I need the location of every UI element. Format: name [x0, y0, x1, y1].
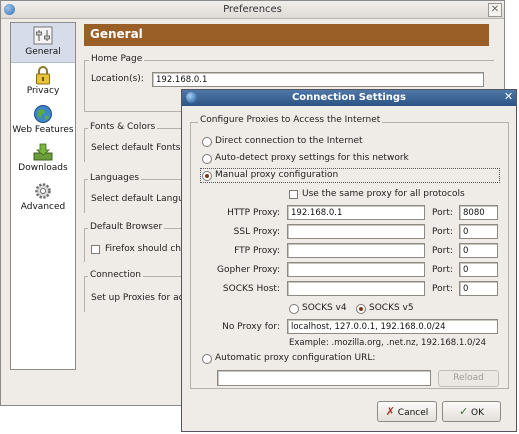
- socks-host-label: SOCKS Host:: [222, 284, 280, 294]
- ftp-proxy-input[interactable]: [287, 243, 425, 258]
- sidebar-item-general[interactable]: General: [11, 23, 75, 63]
- close-icon[interactable]: ✕: [488, 3, 502, 17]
- preferences-title: Preferences: [223, 4, 282, 15]
- fonts-colors-group-label: Fonts & Colors: [88, 122, 158, 132]
- sidebar-item-web-features[interactable]: Web Features: [11, 104, 75, 135]
- sidebar-item-label: General: [25, 47, 61, 57]
- socks-host-input[interactable]: [287, 281, 425, 296]
- padlock-icon: [36, 66, 50, 85]
- sidebar-item-label: Downloads: [18, 163, 68, 173]
- connection-text: Set up Proxies for ac: [91, 293, 184, 303]
- ssl-port-label: Port:: [432, 227, 453, 237]
- ok-button-label: OK: [471, 408, 485, 418]
- manual-proxy-label: Manual proxy configuration: [215, 170, 339, 180]
- http-proxy-input[interactable]: 192.168.0.1: [287, 205, 425, 220]
- no-proxy-input[interactable]: localhost, 127.0.0.1, 192.168.0.0/24: [287, 319, 498, 334]
- connection-settings-dialog: Connection Settings ✕ Configure Proxies …: [181, 89, 517, 432]
- socks-port-input[interactable]: 0: [459, 281, 498, 296]
- socks-port-label: Port:: [432, 284, 453, 294]
- configure-proxies-group-label: Configure Proxies to Access the Internet: [198, 115, 383, 125]
- auto-proxy-url-input[interactable]: [217, 370, 431, 386]
- globe-icon: [34, 105, 52, 123]
- location-label: Location(s):: [91, 74, 144, 84]
- gopher-proxy-label: Gopher Proxy:: [216, 265, 280, 275]
- cancel-button[interactable]: ✗ Cancel: [377, 401, 437, 422]
- sidebar-item-label: Privacy: [26, 86, 60, 96]
- sidebar-item-label: Advanced: [20, 202, 66, 212]
- default-browser-group-label: Default Browser: [88, 222, 165, 232]
- preferences-titlebar[interactable]: Preferences ✕: [1, 1, 504, 19]
- no-proxy-example: Example: .mozilla.org, .net.nz, 192.168.…: [289, 338, 487, 348]
- http-proxy-label: HTTP Proxy:: [227, 208, 280, 218]
- ssl-proxy-input[interactable]: [287, 224, 425, 239]
- no-proxy-label: No Proxy for:: [222, 322, 280, 332]
- close-icon[interactable]: ✕: [502, 91, 515, 104]
- preferences-sidebar: General Privacy Web Features Downloads A…: [10, 22, 76, 370]
- dialog-title: Connection Settings: [291, 92, 407, 103]
- sidebar-item-privacy[interactable]: Privacy: [11, 65, 75, 96]
- auto-proxy-url-radio[interactable]: [202, 354, 212, 364]
- socks-v5-label: SOCKS v5: [369, 303, 414, 313]
- general-sliders-icon: [33, 26, 53, 45]
- cancel-x-icon: ✗: [385, 405, 395, 418]
- autodetect-radio[interactable]: [202, 154, 212, 164]
- gopher-port-label: Port:: [432, 265, 453, 275]
- direct-connection-label: Direct connection to the Internet: [215, 136, 363, 146]
- direct-connection-radio[interactable]: [202, 137, 212, 147]
- sidebar-item-label: Web Features: [12, 125, 74, 135]
- manual-proxy-radio[interactable]: [202, 171, 212, 181]
- socks-v4-radio[interactable]: [289, 304, 299, 314]
- page-title: General: [84, 24, 489, 46]
- home-page-group-label: Home Page: [89, 54, 145, 64]
- gopher-proxy-input[interactable]: [287, 262, 425, 277]
- socks-v4-label: SOCKS v4: [302, 303, 347, 313]
- downloads-tray-icon: [33, 143, 53, 161]
- ok-button[interactable]: ✓ OK: [442, 401, 501, 422]
- sidebar-item-downloads[interactable]: Downloads: [11, 142, 75, 173]
- languages-group-label: Languages: [88, 173, 142, 183]
- languages-text: Select default Langu: [91, 194, 184, 204]
- http-port-input[interactable]: 8080: [459, 205, 498, 220]
- gopher-port-input[interactable]: 0: [459, 262, 498, 277]
- ssl-port-input[interactable]: 0: [459, 224, 498, 239]
- autodetect-label: Auto-detect proxy settings for this netw…: [215, 153, 409, 163]
- ftp-port-input[interactable]: 0: [459, 243, 498, 258]
- default-browser-checkbox[interactable]: [91, 245, 100, 254]
- ftp-port-label: Port:: [432, 246, 453, 256]
- gear-icon: [35, 183, 51, 199]
- ssl-proxy-label: SSL Proxy:: [233, 227, 280, 237]
- sidebar-item-advanced[interactable]: Advanced: [11, 181, 75, 212]
- connection-group-label: Connection: [88, 270, 143, 280]
- connection-settings-titlebar[interactable]: Connection Settings ✕: [182, 90, 516, 106]
- http-port-label: Port:: [432, 208, 453, 218]
- socks-v5-radio[interactable]: [356, 304, 366, 314]
- same-proxy-label: Use the same proxy for all protocols: [302, 189, 465, 199]
- default-browser-text: Firefox should che: [105, 244, 187, 254]
- reload-button[interactable]: Reload: [438, 370, 499, 387]
- auto-proxy-url-label: Automatic proxy configuration URL:: [215, 353, 376, 363]
- ok-check-icon: ✓: [458, 405, 469, 418]
- home-page-location-input[interactable]: 192.168.0.1: [152, 72, 484, 87]
- same-proxy-checkbox[interactable]: [289, 190, 298, 199]
- fonts-colors-text: Select default Fonts: [91, 143, 181, 153]
- cancel-button-label: Cancel: [397, 408, 429, 418]
- ftp-proxy-label: FTP Proxy:: [234, 246, 280, 256]
